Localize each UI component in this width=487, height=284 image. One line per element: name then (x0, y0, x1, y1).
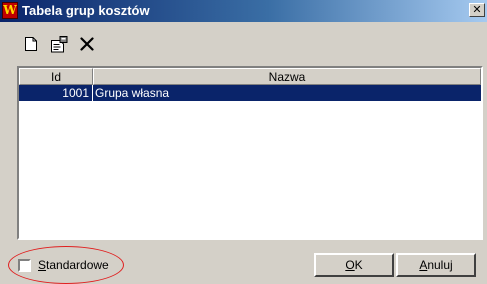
properties-button[interactable] (48, 33, 70, 55)
cancel-label-rest: nuluj (427, 258, 453, 272)
table-header: Id Nazwa (19, 68, 481, 85)
new-button[interactable] (20, 33, 42, 55)
standard-mnemonic: S (38, 258, 47, 272)
standard-checkbox[interactable] (18, 259, 31, 272)
standard-checkbox-label[interactable]: Standardowe (38, 258, 109, 272)
standard-label-rest: tandardowe (46, 258, 109, 272)
toolbar (0, 30, 487, 56)
ok-label-rest: K (354, 258, 363, 272)
column-header-id[interactable]: Id (19, 68, 93, 85)
row-separator (92, 85, 93, 101)
table-row[interactable]: 1001 Grupa własna (19, 85, 481, 101)
column-header-name[interactable]: Nazwa (93, 68, 481, 85)
close-button[interactable]: ✕ (469, 3, 485, 17)
window-titlebar[interactable]: W Tabela grup kosztów ✕ (0, 0, 487, 22)
app-icon: W (2, 2, 18, 19)
delete-button[interactable] (76, 33, 98, 55)
ok-button[interactable]: OK (314, 253, 394, 277)
delete-icon (80, 37, 94, 51)
window-title: Tabela grup kosztów (22, 3, 150, 18)
close-icon: ✕ (472, 4, 482, 16)
ok-mnemonic: O (345, 258, 355, 272)
properties-icon (51, 35, 68, 52)
cost-groups-table[interactable]: Id Nazwa 1001 Grupa własna (17, 66, 483, 240)
row-id-cell: 1001 (62, 86, 89, 100)
cancel-button[interactable]: Anuluj (396, 253, 476, 277)
new-document-icon (25, 37, 37, 51)
row-name-cell: Grupa własna (95, 86, 170, 100)
